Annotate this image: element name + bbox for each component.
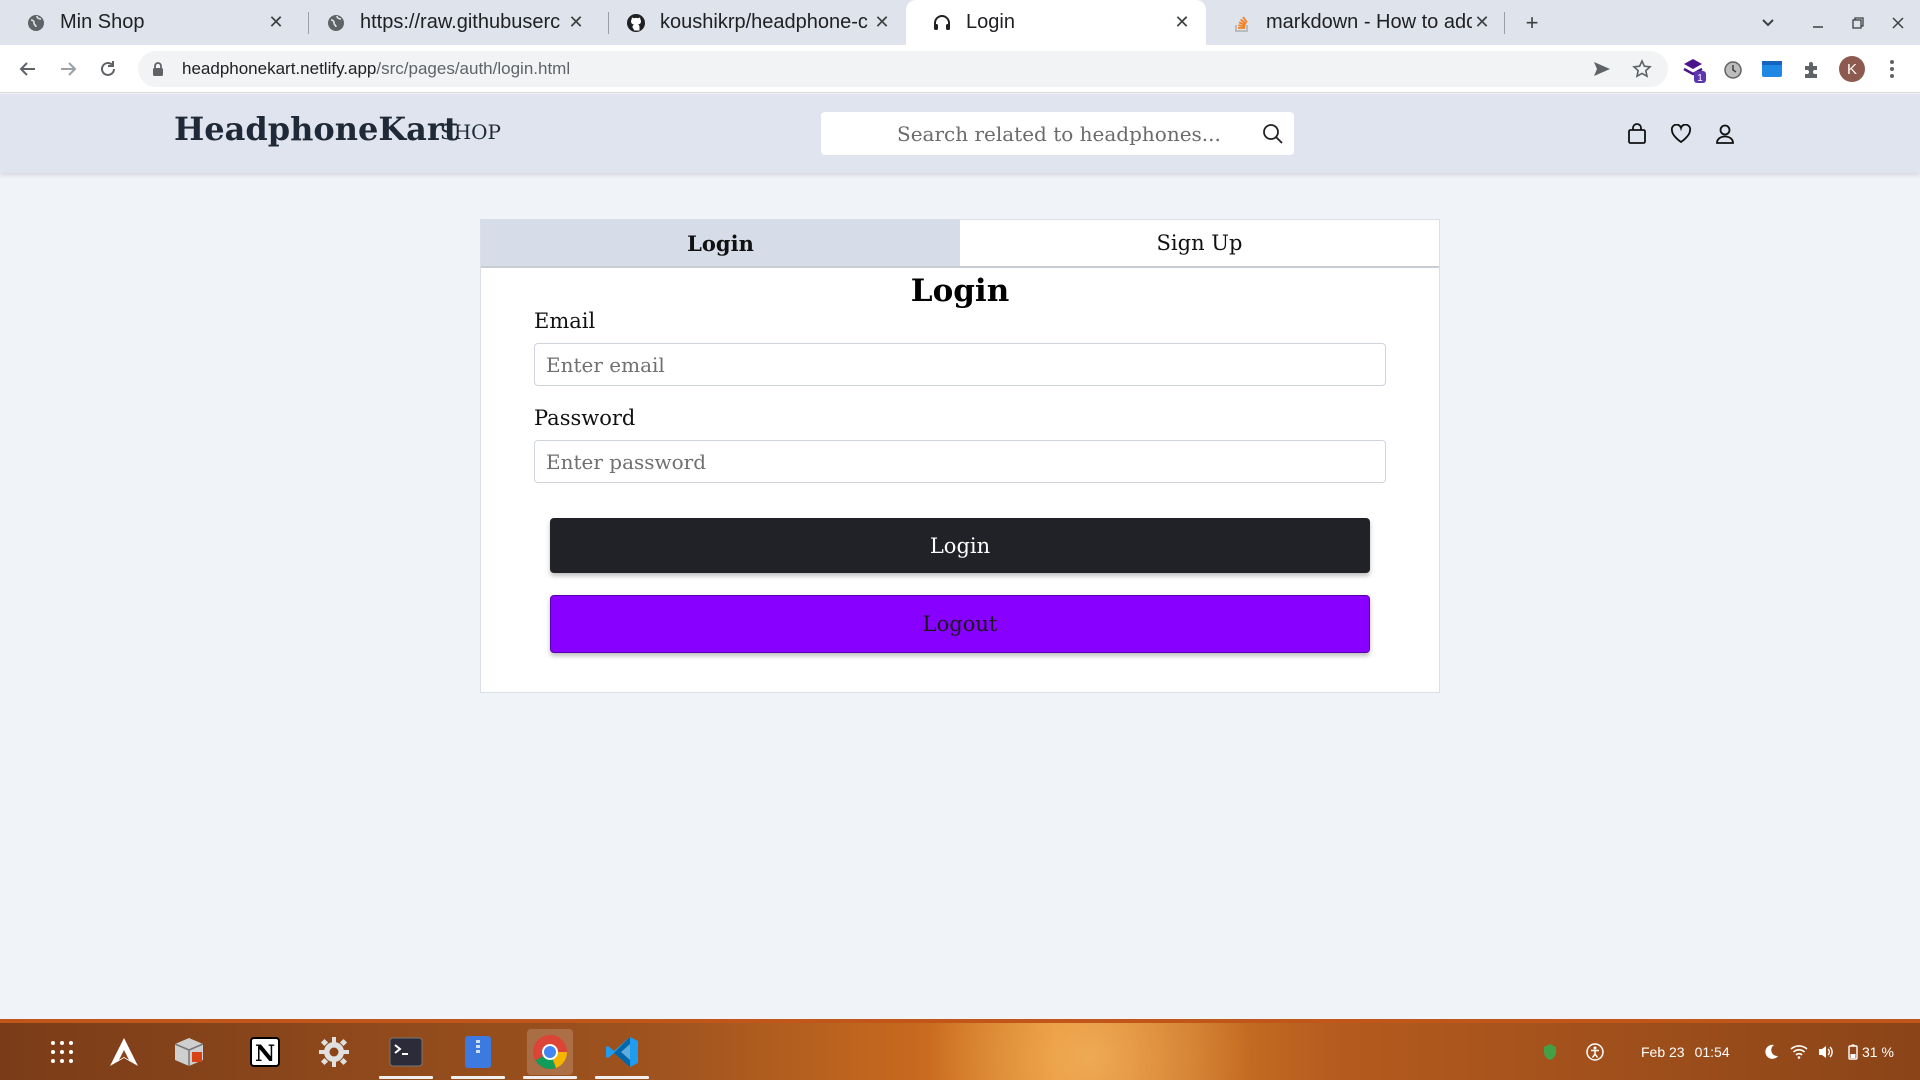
heart-wishlist-icon[interactable]	[1667, 120, 1695, 148]
globe-icon	[326, 13, 346, 33]
bookmark-star-icon[interactable]	[1624, 45, 1660, 93]
close-icon[interactable]: ✕	[1472, 12, 1492, 33]
tab-login[interactable]: Login	[481, 220, 960, 266]
site-header: HeadphoneKart SHOP	[0, 94, 1920, 173]
settings-gear-icon[interactable]	[311, 1029, 357, 1075]
notion-icon[interactable]: N	[242, 1029, 288, 1075]
profile-initial: K	[1839, 56, 1865, 82]
volume-icon[interactable]	[1817, 1023, 1835, 1080]
file-manager-icon[interactable]	[455, 1029, 501, 1075]
page-title: Login	[910, 273, 1010, 309]
tab-signup[interactable]: Sign Up	[960, 220, 1439, 266]
shield-tray-icon[interactable]	[1542, 1023, 1558, 1080]
search-bar	[821, 112, 1294, 155]
reload-icon[interactable]	[88, 45, 128, 93]
search-input[interactable]	[821, 113, 1241, 154]
restore-window-icon[interactable]	[1840, 0, 1876, 45]
battery-percent: 31 %	[1862, 1043, 1894, 1060]
night-mode-moon-icon[interactable]	[1763, 1023, 1779, 1080]
tab-divider	[1504, 12, 1505, 34]
wallpaper-decoration	[860, 1023, 1320, 1080]
github-icon	[626, 13, 646, 33]
running-indicator	[451, 1076, 505, 1079]
browser-tab-strip: Min Shop ✕ https://raw.githubuserc ✕ kou…	[0, 0, 1920, 45]
address-bar[interactable]: headphonekart.netlify.app/src/pages/auth…	[138, 51, 1668, 87]
package-manager-icon[interactable]	[166, 1029, 212, 1075]
globe-icon	[26, 13, 46, 33]
url-host: headphonekart.netlify.app	[182, 59, 377, 78]
os-taskbar: N Feb 23 01:54 31 %	[0, 1019, 1920, 1080]
auth-card: Login Sign Up Login Email Password Login…	[480, 219, 1440, 693]
search-icon[interactable]	[1262, 123, 1284, 150]
minimize-window-icon[interactable]	[1800, 0, 1836, 45]
running-indicator	[595, 1076, 649, 1079]
window-extension-icon[interactable]	[1754, 45, 1790, 93]
tab-search-chevron-icon[interactable]	[1752, 0, 1784, 45]
password-label: Password	[534, 406, 636, 430]
clock-date: Feb 23	[1641, 1043, 1685, 1060]
close-window-icon[interactable]	[1880, 0, 1916, 45]
accessibility-icon[interactable]	[1586, 1023, 1604, 1080]
close-icon[interactable]: ✕	[266, 12, 286, 33]
brand-logo-text[interactable]: HeadphoneKart	[174, 110, 459, 148]
tab-title: Login	[966, 11, 1015, 33]
forward-arrow-icon[interactable]	[48, 45, 88, 93]
browser-tab[interactable]: https://raw.githubuserc ✕	[300, 0, 600, 45]
lock-icon	[152, 61, 168, 77]
browser-tab[interactable]: Min Shop ✕	[0, 0, 300, 45]
tab-title: markdown - How to add	[1266, 11, 1472, 33]
url-path: /src/pages/auth/login.html	[376, 59, 571, 78]
arch-linux-icon[interactable]	[101, 1029, 147, 1075]
wifi-icon[interactable]	[1790, 1023, 1808, 1080]
extension-badge-icon[interactable]: 1	[1676, 45, 1712, 93]
browser-tab[interactable]: markdown - How to add ✕	[1206, 0, 1506, 45]
headphones-icon	[932, 13, 952, 33]
close-icon[interactable]: ✕	[566, 12, 586, 33]
back-arrow-icon[interactable]	[8, 45, 48, 93]
new-tab-button[interactable]: +	[1516, 0, 1548, 45]
email-label: Email	[534, 309, 596, 333]
battery-indicator[interactable]: 31 %	[1848, 1023, 1894, 1080]
email-field[interactable]	[534, 343, 1386, 386]
tab-title: https://raw.githubuserc	[360, 11, 561, 33]
running-indicator	[523, 1076, 577, 1079]
tab-title: koushikrp/headphone-c	[660, 11, 868, 33]
password-field[interactable]	[534, 440, 1386, 483]
app-grid-icon[interactable]	[39, 1029, 85, 1075]
tab-title: Min Shop	[60, 11, 145, 33]
extension-badge-count: 1	[1697, 73, 1703, 84]
send-tab-icon[interactable]	[1584, 45, 1620, 93]
puzzle-extensions-icon[interactable]	[1794, 45, 1830, 93]
clock[interactable]: Feb 23 01:54	[1641, 1023, 1730, 1080]
menu-kebab-icon[interactable]	[1874, 45, 1910, 93]
browser-tab[interactable]: koushikrp/headphone-c ✕	[600, 0, 906, 45]
browser-tab-active[interactable]: Login ✕	[906, 0, 1206, 45]
close-icon[interactable]: ✕	[1172, 12, 1192, 33]
stackoverflow-icon	[1232, 13, 1252, 33]
timer-extension-icon[interactable]	[1715, 45, 1751, 93]
vscode-icon[interactable]	[599, 1029, 645, 1075]
profile-avatar[interactable]: K	[1834, 45, 1870, 93]
battery-icon	[1848, 1044, 1858, 1060]
svg-text:N: N	[255, 1041, 275, 1067]
close-icon[interactable]: ✕	[872, 12, 892, 33]
clock-time: 01:54	[1694, 1043, 1730, 1060]
shop-nav-link[interactable]: SHOP	[440, 120, 501, 144]
browser-toolbar: headphonekart.netlify.app/src/pages/auth…	[0, 45, 1920, 93]
logout-button[interactable]: Logout	[550, 595, 1370, 653]
shopping-bag-icon[interactable]	[1623, 120, 1651, 148]
chrome-icon[interactable]	[527, 1029, 573, 1075]
url-text: headphonekart.netlify.app/src/pages/auth…	[182, 59, 570, 79]
auth-tabs: Login Sign Up	[481, 220, 1439, 268]
terminal-icon[interactable]	[383, 1029, 429, 1075]
login-button[interactable]: Login	[550, 518, 1370, 573]
running-indicator	[379, 1076, 433, 1079]
user-account-icon[interactable]	[1711, 120, 1739, 148]
